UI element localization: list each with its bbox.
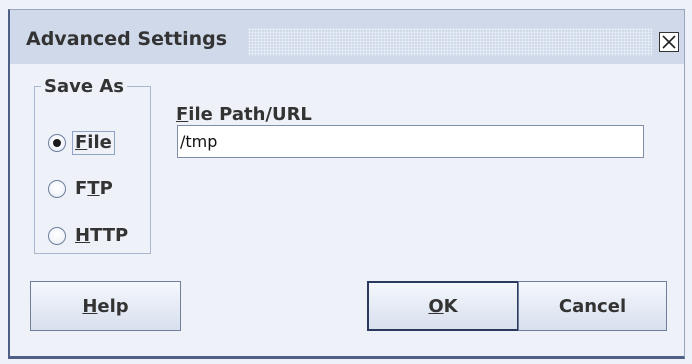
- radio-ftp[interactable]: FTP: [48, 176, 115, 202]
- close-icon: [662, 35, 676, 49]
- radio-ftp-label[interactable]: FTP: [73, 178, 115, 200]
- help-button[interactable]: Help: [30, 281, 181, 331]
- file-path-input[interactable]: [177, 125, 644, 158]
- radio-http[interactable]: HTTP: [48, 223, 130, 249]
- title-bar[interactable]: Advanced Settings: [10, 10, 684, 64]
- radio-file-label[interactable]: File: [72, 131, 115, 155]
- title-bar-grip: [248, 28, 652, 56]
- radio-file-indicator[interactable]: [48, 134, 66, 152]
- radio-file[interactable]: File: [48, 130, 115, 156]
- radio-ftp-indicator[interactable]: [48, 180, 66, 198]
- dialog-title: Advanced Settings: [26, 28, 228, 50]
- file-path-label: File Path/URL: [176, 104, 312, 125]
- ok-button[interactable]: OK: [367, 281, 519, 331]
- radio-http-label[interactable]: HTTP: [73, 225, 130, 247]
- close-button[interactable]: [659, 32, 679, 52]
- cancel-button[interactable]: Cancel: [518, 281, 667, 331]
- save-as-legend: Save As: [41, 76, 127, 98]
- radio-http-indicator[interactable]: [48, 227, 66, 245]
